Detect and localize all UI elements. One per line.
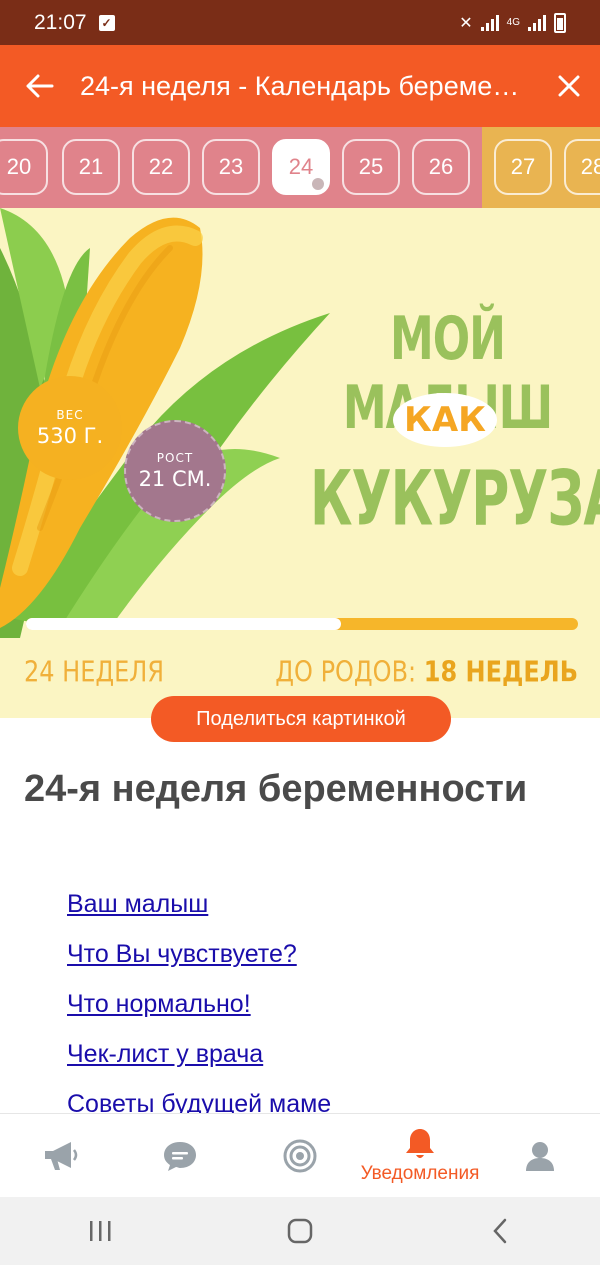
mute-icon: ✕ [459,14,473,32]
pregnancy-progress-bar [26,618,578,630]
profile-icon [526,1141,554,1171]
nav-goals[interactable] [240,1114,360,1197]
share-image-button[interactable]: Поделиться картинкой [151,696,451,742]
week-selector: 20 21 22 23 24 25 26 27 28 [0,127,600,208]
status-time: 21:07 [34,10,87,34]
recent-apps-icon [90,1221,111,1241]
system-navigation-bar [0,1197,600,1265]
week-number: 26 [428,154,454,179]
baby-marker-icon [312,178,324,190]
nav-news[interactable] [0,1114,120,1197]
week-number: 21 [78,154,104,179]
nav-notifications[interactable]: Уведомления [360,1114,480,1197]
table-of-contents: Ваш малыш Что Вы чувствуете? Что нормаль… [67,890,331,1140]
hero-title-kak: КАК [393,393,497,447]
week-pill-24[interactable]: 24 [272,139,330,195]
nav-notifications-label: Уведомления [360,1162,480,1184]
back-arrow-icon [26,74,54,98]
week-pill-25[interactable]: 25 [342,139,400,195]
week-number: 25 [358,154,384,179]
height-value: 21 СМ. [138,467,212,491]
nav-profile[interactable] [480,1114,600,1197]
week-number: 27 [510,154,536,179]
signal-icon [480,14,499,31]
hero-image: ВЕС 530 Г. РОСТ 21 СМ. МОЙ МАЛЫШ КАК КУК… [0,208,600,718]
chat-icon [164,1141,196,1171]
week-number: 24 [288,154,314,179]
until-birth: ДО РОДОВ: 18 НЕДЕЛЬ [275,655,578,689]
toc-link-normal[interactable]: Что нормально! [67,990,251,1018]
toc-link-baby[interactable]: Ваш малыш [67,890,208,918]
hero-title-line3: КУКУРУЗА [310,456,600,544]
target-icon [283,1139,317,1172]
toc-item: Чек-лист у врача [67,1040,331,1090]
week-number: 22 [148,154,174,179]
week-pill-22[interactable]: 22 [132,139,190,195]
toc-link-feelings[interactable]: Что Вы чувствуете? [67,940,297,968]
week-number: 20 [6,154,32,179]
week-pill-23[interactable]: 23 [202,139,260,195]
week-pill-20[interactable]: 20 [0,139,48,195]
megaphone-icon [45,1141,78,1170]
week-number: 28 [580,154,600,179]
until-birth-label: ДО РОДОВ: [275,655,417,689]
weight-value: 530 Г. [36,424,104,448]
close-button[interactable] [538,45,600,127]
close-icon [558,75,580,97]
toc-link-checklist[interactable]: Чек-лист у врача [67,1040,263,1068]
nav-chat[interactable] [120,1114,240,1197]
week-pill-26[interactable]: 26 [412,139,470,195]
toc-item: Что нормально! [67,990,331,1040]
article-title: 24-я неделя беременности [24,768,528,810]
week-number: 23 [218,154,244,179]
bottom-navigation: Уведомления [0,1113,600,1197]
week-pill-27[interactable]: 27 [494,139,552,195]
until-birth-value: 18 НЕДЕЛЬ [423,655,578,689]
status-bar: 21:07 ✓ ✕ 4G [0,0,600,45]
status-icons: ✕ 4G [459,12,566,33]
current-week-label: 24 НЕДЕЛЯ [24,655,165,689]
notification-check-icon: ✓ [98,14,115,31]
home-icon [287,1218,313,1244]
bell-icon [406,1128,434,1158]
signal-icon-2 [528,14,546,31]
toc-item: Ваш малыш [67,890,331,940]
weight-label: ВЕС [56,408,84,422]
system-back-button[interactable] [440,1197,560,1265]
network-type-label: 4G [506,17,520,28]
home-button[interactable] [240,1197,360,1265]
week-pill-21[interactable]: 21 [62,139,120,195]
weight-badge: ВЕС 530 Г. [18,376,122,480]
toolbar: 24-я неделя - Календарь беременности [0,45,600,127]
pregnancy-progress-fill [26,618,341,630]
page-title: 24-я неделя - Календарь беременности [80,70,538,101]
back-button[interactable] [0,45,80,127]
chevron-left-icon [493,1218,507,1244]
height-badge: РОСТ 21 СМ. [124,420,226,522]
recent-apps-button[interactable] [40,1197,160,1265]
week-pill-28[interactable]: 28 [564,139,600,195]
toc-item: Что Вы чувствуете? [67,940,331,990]
battery-icon [554,12,566,33]
height-label: РОСТ [156,451,194,465]
